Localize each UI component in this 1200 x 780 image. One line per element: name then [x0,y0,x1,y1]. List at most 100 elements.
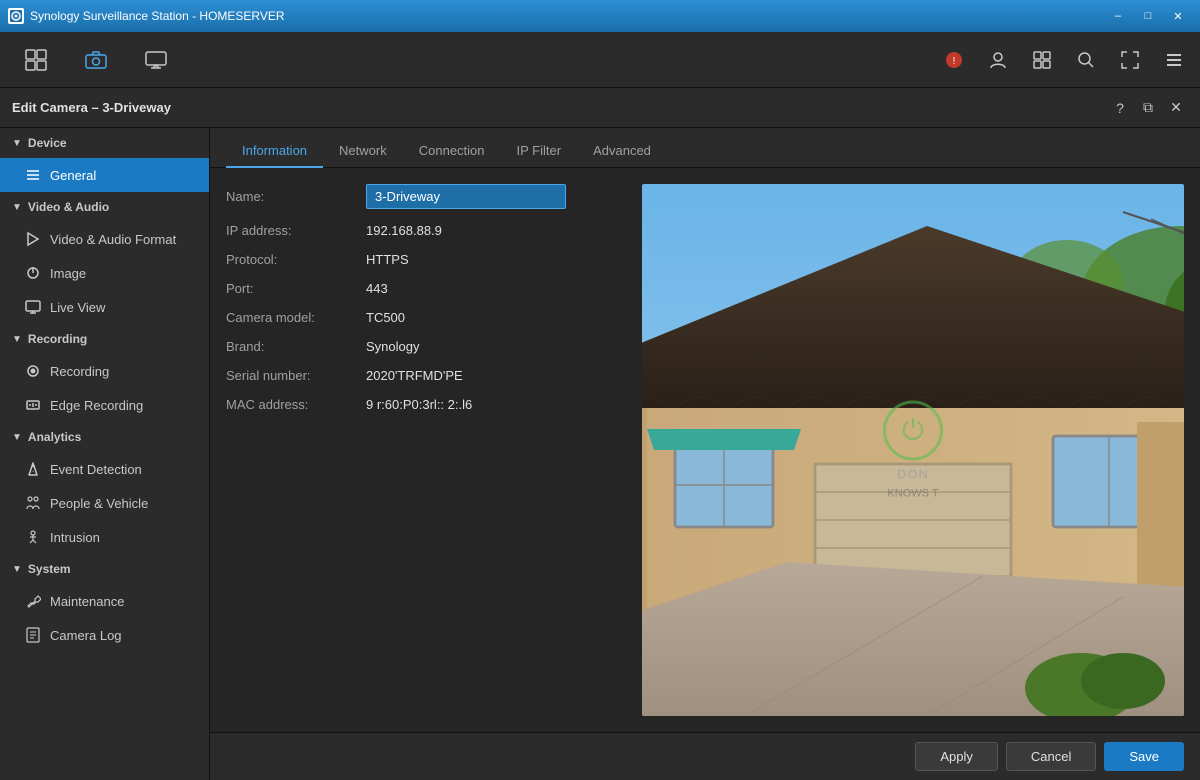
edge-recording-icon [24,396,42,414]
sidebar-item-general[interactable]: General [0,158,209,192]
field-serial-value: 2020'TRFMD'PE [366,368,463,383]
search-button[interactable] [1068,42,1104,78]
save-button[interactable]: Save [1104,742,1184,771]
sidebar-item-event-detection[interactable]: Event Detection [0,452,209,486]
header-actions: ? ⧉ ✕ [1108,96,1188,120]
field-serial: Serial number: 2020'TRFMD'PE [226,368,626,383]
layout-button[interactable] [1024,42,1060,78]
field-camera-model-value: TC500 [366,310,405,325]
field-port: Port: 443 [226,281,626,296]
field-mac-label: MAC address: [226,397,366,412]
window-title: Synology Surveillance Station - HOMESERV… [30,9,1104,23]
chevron-down-icon: ▼ [12,138,22,149]
close-panel-button[interactable]: ✕ [1164,96,1188,120]
overview-button[interactable] [8,38,64,82]
sidebar-item-live-view[interactable]: Live View [0,290,209,324]
sidebar-item-image[interactable]: Image [0,256,209,290]
device-section-label: Device [28,136,67,150]
field-protocol-value: HTTPS [366,252,409,267]
sidebar-section-video-audio[interactable]: ▼ Video & Audio [0,192,209,222]
event-detection-icon [24,460,42,478]
sidebar-item-label: Camera Log [50,628,122,643]
form-area: Name: IP address: 192.168.88.9 Protocol: [210,168,1200,732]
field-mac: MAC address: 9 r:60:P0:3rl:: 2:.l6 [226,397,626,412]
menu-button[interactable] [1156,42,1192,78]
fullscreen-button[interactable] [1112,42,1148,78]
tab-connection[interactable]: Connection [403,135,501,168]
sidebar-section-device[interactable]: ▼ Device [0,128,209,158]
field-serial-label: Serial number: [226,368,366,383]
sidebar-item-label: Recording [50,364,109,379]
close-window-button[interactable]: ✕ [1164,6,1192,26]
sidebar-item-label: Maintenance [50,594,124,609]
svg-text:!: ! [953,56,956,67]
sidebar-item-maintenance[interactable]: Maintenance [0,584,209,618]
sidebar-item-label: Intrusion [50,530,100,545]
apply-button[interactable]: Apply [915,742,998,771]
recording-section-label: Recording [28,332,87,346]
sidebar-item-label: Image [50,266,86,281]
right-panel: Information Network Connection IP Filter… [210,128,1200,780]
edit-camera-header: Edit Camera – 3-Driveway ? ⧉ ✕ [0,88,1200,128]
form-fields: Name: IP address: 192.168.88.9 Protocol: [226,184,626,716]
notifications-button[interactable]: ! [936,42,972,78]
system-section-label: System [28,562,71,576]
sidebar-section-system[interactable]: ▼ System [0,554,209,584]
overview-icon [24,48,48,72]
maximize-button[interactable]: □ [1134,6,1162,26]
sidebar-section-recording[interactable]: ▼ Recording [0,324,209,354]
tab-network[interactable]: Network [323,135,403,168]
camera-button[interactable] [68,38,124,82]
field-port-value: 443 [366,281,388,296]
minimize-button[interactable]: – [1104,6,1132,26]
sidebar-item-recording[interactable]: Recording [0,354,209,388]
field-camera-model: Camera model: TC500 [226,310,626,325]
sidebar-item-label: General [50,168,96,183]
video-audio-section-label: Video & Audio [28,200,109,214]
sidebar-item-edge-recording[interactable]: Edge Recording [0,388,209,422]
window-controls: – □ ✕ [1104,6,1192,26]
edit-camera-title: Edit Camera – 3-Driveway [12,100,171,115]
monitor-button[interactable] [128,38,184,82]
sidebar: ▼ Device General [0,128,210,780]
sidebar-item-people-vehicle[interactable]: People & Vehicle [0,486,209,520]
toolbar-right: ! [936,42,1192,78]
sidebar-item-label: Event Detection [50,462,142,477]
sidebar-section-analytics[interactable]: ▼ Analytics [0,422,209,452]
field-name: Name: [226,184,626,209]
cancel-button[interactable]: Cancel [1006,742,1096,771]
general-icon [24,166,42,184]
field-brand-label: Brand: [226,339,366,354]
people-vehicle-icon [24,494,42,512]
field-ip-value: 192.168.88.9 [366,223,442,238]
app-window: Synology Surveillance Station - HOMESERV… [0,0,1200,780]
camera-icon [84,48,108,72]
sidebar-item-label: Live View [50,300,105,315]
field-ip: IP address: 192.168.88.9 [226,223,626,238]
analytics-section-label: Analytics [28,430,81,444]
image-icon [24,264,42,282]
sidebar-item-camera-log[interactable]: Camera Log [0,618,209,652]
app-body: Edit Camera – 3-Driveway ? ⧉ ✕ ▼ Device [0,88,1200,780]
account-button[interactable] [980,42,1016,78]
tab-advanced[interactable]: Advanced [577,135,667,168]
chevron-down-icon-5: ▼ [12,564,22,575]
sidebar-item-video-audio-format[interactable]: Video & Audio Format [0,222,209,256]
toolbar-left [8,38,936,82]
intrusion-icon [24,528,42,546]
field-brand-value: Synology [366,339,419,354]
sidebar-item-intrusion[interactable]: Intrusion [0,520,209,554]
recording-icon [24,362,42,380]
name-input[interactable] [366,184,566,209]
restore-button[interactable]: ⧉ [1136,96,1160,120]
field-mac-value: 9 r:60:P0:3rl:: 2:.l6 [366,397,472,412]
maintenance-icon [24,592,42,610]
camera-preview: ⏻ DON KNOWS T [642,184,1184,716]
monitor-icon [144,48,168,72]
tab-information[interactable]: Information [226,135,323,168]
help-button[interactable]: ? [1108,96,1132,120]
footer: Apply Cancel Save [210,732,1200,780]
sidebar-item-label: Video & Audio Format [50,232,176,247]
tab-ip-filter[interactable]: IP Filter [501,135,578,168]
chevron-down-icon-4: ▼ [12,432,22,443]
